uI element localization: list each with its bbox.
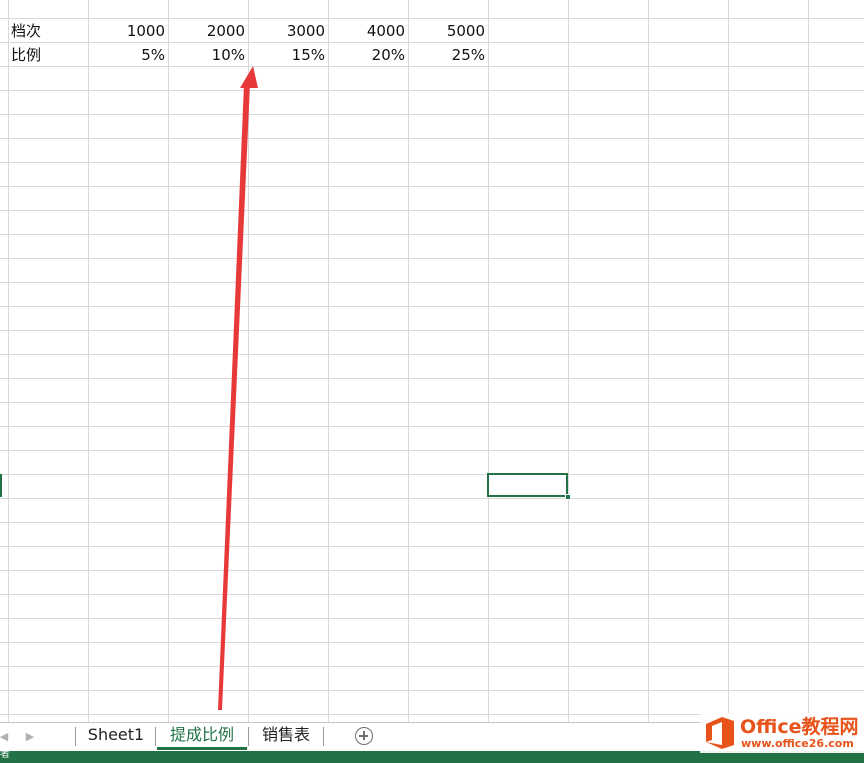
column-gridline <box>728 0 729 722</box>
row-gridline <box>0 474 864 475</box>
tab-separator <box>155 727 156 746</box>
column-gridline <box>488 0 489 722</box>
row-gridline <box>0 306 864 307</box>
cell-row2-col4[interactable]: 20% <box>329 43 408 67</box>
row-gridline <box>0 498 864 499</box>
row-gridline <box>0 426 864 427</box>
row-gridline <box>0 402 864 403</box>
spreadsheet-grid[interactable]: 档次 1000 2000 3000 4000 5000 比例 5% 10% 15… <box>0 0 864 722</box>
caret-right-icon[interactable]: ▶ <box>22 729 38 745</box>
cell-row1-label[interactable]: 档次 <box>9 19 88 43</box>
column-gridline <box>8 0 9 722</box>
column-gridline <box>568 0 569 722</box>
add-sheet-icon[interactable] <box>355 727 373 745</box>
row-gridline <box>0 114 864 115</box>
cell-row1-col1[interactable]: 1000 <box>89 19 168 43</box>
fill-handle[interactable] <box>565 494 571 500</box>
cell-row1-col2[interactable]: 2000 <box>169 19 248 43</box>
row-gridline <box>0 666 864 667</box>
tab-sales-table[interactable]: 销售表 <box>250 723 322 750</box>
row-gridline <box>0 690 864 691</box>
row-gridline <box>0 354 864 355</box>
row-gridline <box>0 450 864 451</box>
row-gridline <box>0 642 864 643</box>
cell-row2-label[interactable]: 比例 <box>9 43 88 67</box>
row-gridline <box>0 258 864 259</box>
cell-row1-col4[interactable]: 4000 <box>329 19 408 43</box>
cell-row2-col1[interactable]: 5% <box>89 43 168 67</box>
office-logo-icon <box>706 717 734 749</box>
row-gridline <box>0 378 864 379</box>
row-gridline <box>0 90 864 91</box>
excel-window: 档次 1000 2000 3000 4000 5000 比例 5% 10% 15… <box>0 0 864 763</box>
tab-commission-ratio[interactable]: 提成比例 <box>157 723 247 750</box>
row-gridline <box>0 282 864 283</box>
row-gridline <box>0 186 864 187</box>
row-gridline <box>0 546 864 547</box>
status-text: 者 <box>0 749 10 760</box>
row-gridline <box>0 162 864 163</box>
active-cell-selection[interactable] <box>487 473 568 497</box>
cell-row2-col5[interactable]: 25% <box>409 43 488 67</box>
watermark-url: www.office26.com <box>741 737 854 750</box>
tab-separator <box>323 727 324 746</box>
row-gridline <box>0 522 864 523</box>
column-gridline <box>648 0 649 722</box>
row-gridline <box>0 234 864 235</box>
cell-row1-col3[interactable]: 3000 <box>249 19 328 43</box>
tab-sheet1[interactable]: Sheet1 <box>78 723 154 750</box>
active-row-indicator <box>0 474 2 497</box>
row-gridline <box>0 594 864 595</box>
caret-left-icon[interactable]: ◀ <box>0 729 12 745</box>
tab-separator <box>75 727 76 746</box>
tab-separator <box>248 727 249 746</box>
row-gridline <box>0 210 864 211</box>
row-gridline <box>0 138 864 139</box>
column-gridline <box>168 0 169 722</box>
row-gridline <box>0 618 864 619</box>
column-gridline <box>408 0 409 722</box>
row-gridline <box>0 570 864 571</box>
watermark-brand: Office教程网 <box>740 716 859 738</box>
column-gridline <box>248 0 249 722</box>
row-gridline <box>0 330 864 331</box>
column-gridline <box>88 0 89 722</box>
watermark: Office教程网 www.office26.com <box>700 713 864 753</box>
cell-row2-col2[interactable]: 10% <box>169 43 248 67</box>
cell-row1-col5[interactable]: 5000 <box>409 19 488 43</box>
column-gridline <box>328 0 329 722</box>
column-gridline <box>808 0 809 722</box>
cell-row2-col3[interactable]: 15% <box>249 43 328 67</box>
